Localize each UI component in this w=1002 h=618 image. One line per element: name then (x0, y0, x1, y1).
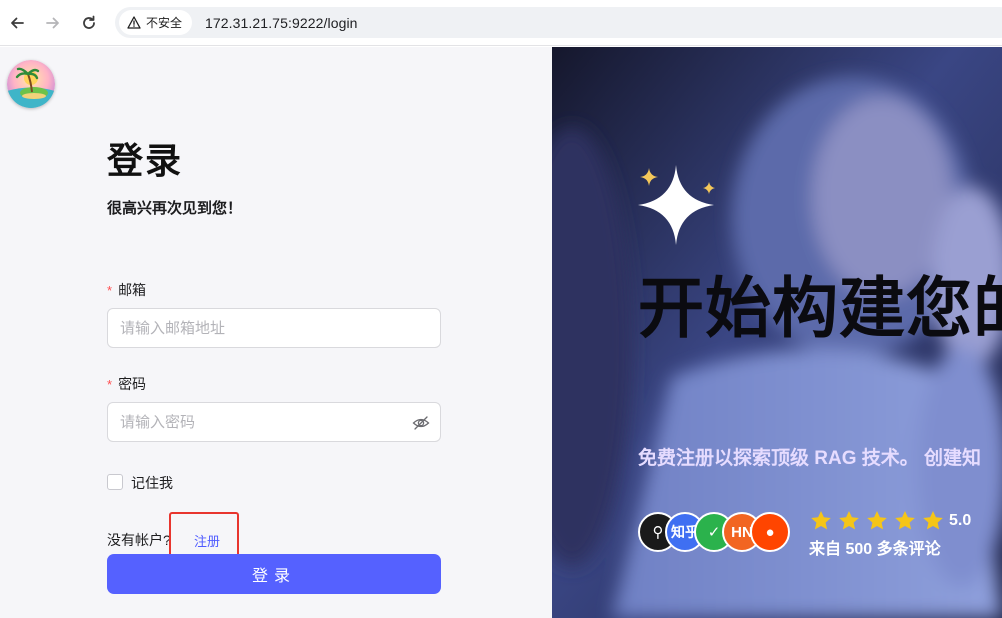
star-icon (811, 511, 831, 530)
login-button[interactable]: 登录 (107, 554, 441, 594)
warning-icon (127, 16, 141, 29)
password-label-text: 密码 (118, 376, 147, 392)
email-field[interactable] (108, 309, 440, 347)
login-panel: 登录 很高兴再次见到您！ *邮箱 *密码 记住我 没有帐户? 注册 登录 (0, 47, 552, 618)
url-text[interactable]: 172.31.21.75:9222/login (205, 15, 358, 31)
app-logo[interactable] (7, 60, 55, 108)
password-field[interactable] (108, 403, 440, 441)
rating-value: 5.0 (949, 512, 972, 529)
address-bar[interactable]: 不安全 172.31.21.75:9222/login (115, 7, 1002, 38)
reddit-avatar-icon: ● (750, 512, 790, 552)
security-label: 不安全 (146, 16, 183, 30)
forward-arrow-icon[interactable] (41, 11, 65, 35)
eye-slash-icon[interactable] (412, 414, 430, 432)
password-field-wrapper (107, 402, 441, 442)
hero-subtitle: 免费注册以探索顶级 RAG 技术。 创建知 (638, 448, 982, 469)
star-icon (839, 511, 859, 530)
email-label: * 邮箱 (107, 280, 146, 300)
email-field-wrapper (107, 308, 441, 348)
hero-title: 开始构建您的 (638, 271, 1002, 345)
required-mark: * (107, 283, 113, 298)
back-arrow-icon[interactable] (5, 11, 29, 35)
star-icon (923, 511, 943, 530)
page-subtitle: 很高兴再次见到您！ (107, 200, 243, 217)
hero-panel: 开始构建您的 免费注册以探索顶级 RAG 技术。 创建知 ⚲ 知乎 ✓ HN ●… (552, 47, 1002, 618)
highlight-box (169, 512, 239, 558)
remember-me-checkbox[interactable] (107, 474, 123, 490)
sparkle-icon (638, 165, 715, 245)
rating-stars (809, 509, 945, 533)
page-title: 登录 (107, 140, 184, 181)
security-chip[interactable]: 不安全 (119, 10, 193, 35)
browser-toolbar: 不安全 172.31.21.75:9222/login (0, 0, 1002, 46)
password-label: * 密码 (107, 374, 146, 394)
reload-icon[interactable] (77, 11, 101, 35)
remember-me-label[interactable]: 记住我 (131, 473, 173, 493)
required-mark: * (107, 377, 113, 392)
star-icon (867, 511, 887, 530)
email-label-text: 邮箱 (118, 282, 147, 298)
review-count: 来自 500 多条评论 (809, 541, 941, 558)
star-icon (895, 511, 915, 530)
no-account-text: 没有帐户? (107, 532, 171, 548)
